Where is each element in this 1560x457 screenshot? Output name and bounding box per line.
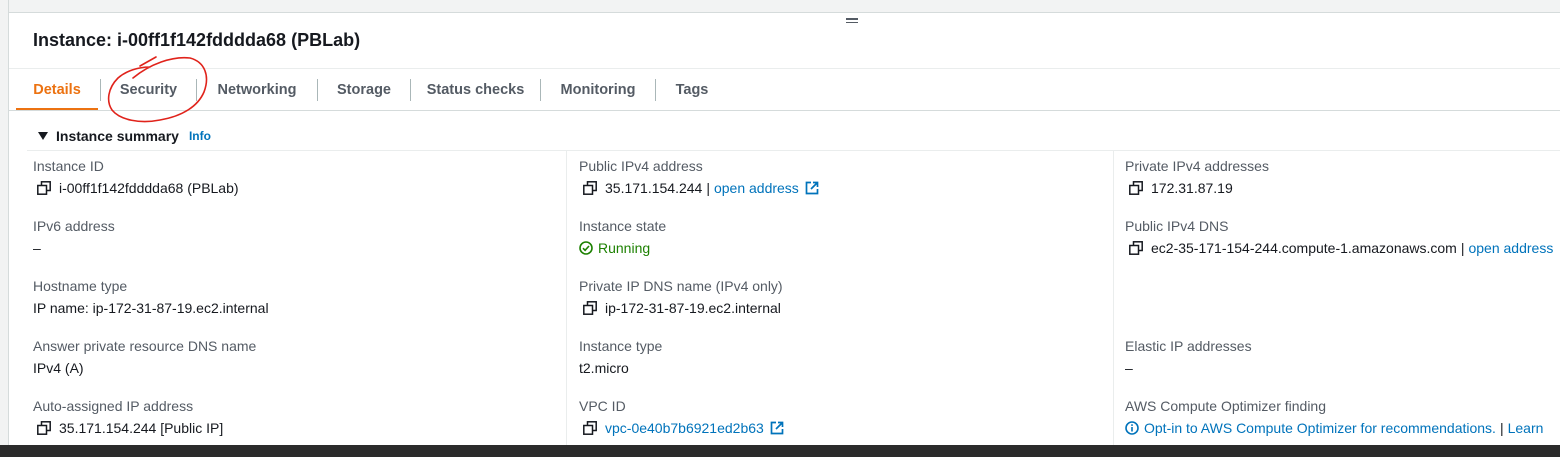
hostname-type-value: IP name: ip-172-31-87-19.ec2.internal xyxy=(33,300,269,316)
optimizer-field: AWS Compute Optimizer finding Opt-in to … xyxy=(1125,397,1543,437)
divider xyxy=(9,68,1560,69)
tab-status-checks[interactable]: Status checks xyxy=(411,70,540,110)
optimizer-opt-in-link[interactable]: Opt-in to AWS Compute Optimizer for reco… xyxy=(1144,419,1496,437)
external-link-icon[interactable] xyxy=(805,181,819,195)
answer-dns-value: IPv4 (A) xyxy=(33,360,84,376)
copy-icon[interactable] xyxy=(37,421,51,435)
copy-icon[interactable] xyxy=(1129,241,1143,255)
private-ipv4-field: Private IPv4 addresses 172.31.87.19 xyxy=(1125,157,1269,197)
elastic-ip-label: Elastic IP addresses xyxy=(1125,338,1252,354)
top-strip xyxy=(0,0,1560,13)
instance-id-field: Instance ID i-00ff1f142fdddda68 (PBLab) xyxy=(33,157,239,197)
column-divider xyxy=(566,151,567,445)
vpc-id-link[interactable]: vpc-0e40b7b6921ed2b63 xyxy=(605,419,764,437)
instance-state-label: Instance state xyxy=(579,218,667,234)
left-strip xyxy=(0,0,9,445)
tab-storage[interactable]: Storage xyxy=(318,70,410,110)
info-link[interactable]: Info xyxy=(189,129,211,143)
vpc-id-field: VPC ID vpc-0e40b7b6921ed2b63 xyxy=(579,397,784,437)
answer-dns-label: Answer private resource DNS name xyxy=(33,338,257,354)
private-dns-field: Private IP DNS name (IPv4 only) ip-172-3… xyxy=(579,277,783,317)
external-link-icon[interactable] xyxy=(770,421,784,435)
column-divider xyxy=(1113,151,1114,445)
ipv6-label: IPv6 address xyxy=(33,218,115,234)
optimizer-label: AWS Compute Optimizer finding xyxy=(1125,398,1326,414)
private-ipv4-label: Private IPv4 addresses xyxy=(1125,158,1269,174)
separator: | xyxy=(1460,240,1465,256)
public-ipv4-label: Public IPv4 address xyxy=(579,158,703,174)
instance-id-value: i-00ff1f142fdddda68 (PBLab) xyxy=(59,180,239,196)
vpc-id-label: VPC ID xyxy=(579,398,626,414)
tab-security[interactable]: Security xyxy=(101,70,196,110)
public-dns-value: ec2-35-171-154-244.compute-1.amazonaws.c… xyxy=(1151,240,1457,256)
copy-icon[interactable] xyxy=(583,181,597,195)
check-circle-icon xyxy=(579,241,593,255)
ipv6-value: – xyxy=(33,240,41,256)
instance-summary-header[interactable]: Instance summary Info xyxy=(38,128,211,144)
copy-icon[interactable] xyxy=(583,301,597,315)
separator: | xyxy=(1499,420,1504,436)
instance-type-field: Instance type t2.micro xyxy=(579,337,662,377)
public-ipv4-value: 35.171.154.244 xyxy=(605,180,703,196)
copy-icon[interactable] xyxy=(37,181,51,195)
drag-handle-icon[interactable] xyxy=(846,16,858,26)
instance-id-label: Instance ID xyxy=(33,158,104,174)
instance-state-value: Running xyxy=(598,240,651,256)
public-dns-label: Public IPv4 DNS xyxy=(1125,218,1229,234)
copy-icon[interactable] xyxy=(1129,181,1143,195)
section-title: Instance summary xyxy=(56,128,179,144)
instance-details-panel: Instance: i-00ff1f142fdddda68 (PBLab) De… xyxy=(0,0,1560,445)
hostname-type-label: Hostname type xyxy=(33,278,128,294)
divider xyxy=(27,150,1560,151)
separator: | xyxy=(706,180,710,196)
copy-icon[interactable] xyxy=(583,421,597,435)
public-dns-field: Public IPv4 DNS ec2-35-171-154-244.compu… xyxy=(1125,217,1553,257)
elastic-ip-field: Elastic IP addresses – xyxy=(1125,337,1252,377)
public-ipv4-field: Public IPv4 address 35.171.154.244 | ope… xyxy=(579,157,819,197)
ipv6-field: IPv6 address – xyxy=(33,217,115,257)
open-address-link[interactable]: open address xyxy=(1468,239,1553,257)
hostname-type-field: Hostname type IP name: ip-172-31-87-19.e… xyxy=(33,277,269,317)
answer-dns-field: Answer private resource DNS name IPv4 (A… xyxy=(33,337,256,377)
auto-ip-label: Auto-assigned IP address xyxy=(33,398,194,414)
learn-more-link[interactable]: Learn xyxy=(1508,419,1544,437)
auto-ip-value: 35.171.154.244 [Public IP] xyxy=(59,420,224,436)
auto-ip-field: Auto-assigned IP address 35.171.154.244 … xyxy=(33,397,223,437)
tab-monitoring[interactable]: Monitoring xyxy=(541,70,655,110)
instance-type-value: t2.micro xyxy=(579,360,629,376)
tab-networking[interactable]: Networking xyxy=(197,70,317,110)
private-dns-value: ip-172-31-87-19.ec2.internal xyxy=(605,300,781,316)
instance-type-label: Instance type xyxy=(579,338,663,354)
page-title: Instance: i-00ff1f142fdddda68 (PBLab) xyxy=(33,30,361,50)
private-dns-label: Private IP DNS name (IPv4 only) xyxy=(579,278,783,294)
tabs-underline xyxy=(9,110,1560,111)
tab-tags[interactable]: Tags xyxy=(656,70,728,110)
caret-down-icon[interactable] xyxy=(38,132,48,140)
info-circle-icon xyxy=(1125,421,1139,435)
elastic-ip-value: – xyxy=(1125,360,1133,376)
tab-details[interactable]: Details xyxy=(14,70,100,111)
tab-list: Details Security Networking Storage Stat… xyxy=(14,70,728,111)
instance-state-field: Instance state Running xyxy=(579,217,666,257)
open-address-link[interactable]: open address xyxy=(714,179,799,197)
private-ipv4-value: 172.31.87.19 xyxy=(1151,180,1233,196)
